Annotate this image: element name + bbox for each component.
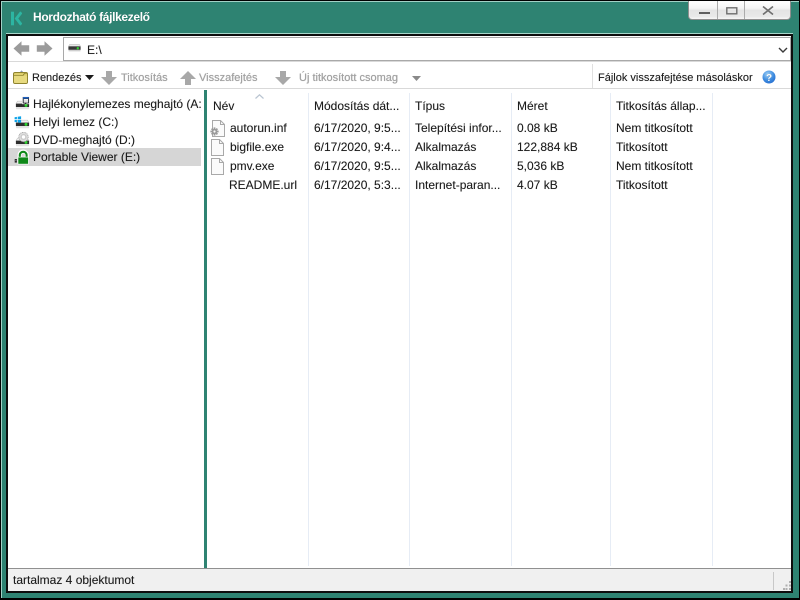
- svg-text:?: ?: [766, 73, 772, 84]
